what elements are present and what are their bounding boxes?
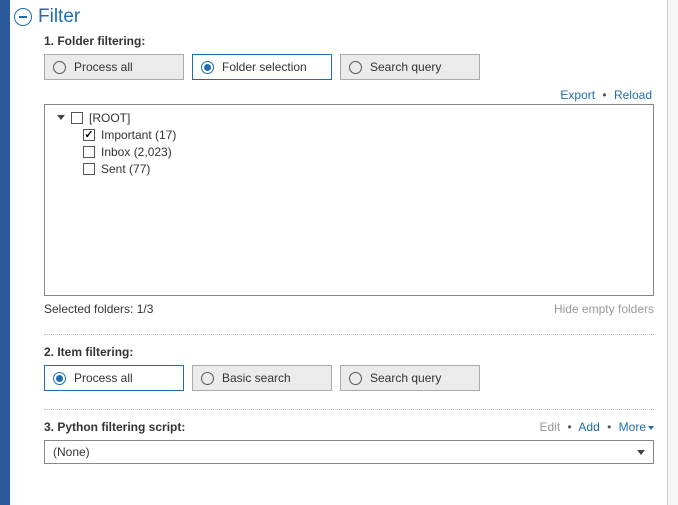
radio-label: Process all (74, 371, 133, 385)
radio-icon (349, 61, 362, 74)
item-search-query-radio[interactable]: Search query (340, 365, 480, 391)
tree-item-important[interactable]: Important (17) (51, 126, 647, 143)
radio-label: Process all (74, 60, 133, 74)
radio-label: Search query (370, 371, 441, 385)
radio-icon (53, 61, 66, 74)
radio-icon (201, 372, 214, 385)
divider (44, 409, 654, 410)
chevron-down-icon (648, 426, 654, 430)
separator-dot: • (564, 420, 576, 434)
hide-empty-folders-link[interactable]: Hide empty folders (554, 302, 654, 316)
search-query-radio[interactable]: Search query (340, 54, 480, 80)
more-link[interactable]: More (619, 420, 654, 434)
folder-tree[interactable]: [ROOT] Important (17) Inbox (2,023) Sent… (44, 104, 654, 296)
tree-root-row[interactable]: [ROOT] (51, 109, 647, 126)
divider (44, 334, 654, 335)
root-checkbox[interactable] (71, 112, 83, 124)
reload-link[interactable]: Reload (614, 88, 652, 102)
filter-section-header[interactable]: Filter (14, 4, 678, 34)
folder-checkbox[interactable] (83, 146, 95, 158)
root-label: [ROOT] (89, 111, 130, 125)
add-link[interactable]: Add (578, 420, 599, 434)
edit-link-disabled: Edit (540, 420, 561, 434)
folder-checkbox[interactable] (83, 163, 95, 175)
collapse-icon[interactable] (14, 8, 32, 26)
python-script-links: Edit • Add • More (540, 420, 655, 434)
folder-label: Sent (77) (101, 162, 150, 176)
item-process-all-radio[interactable]: Process all (44, 365, 184, 391)
separator-dot: • (603, 420, 615, 434)
radio-label: Search query (370, 60, 441, 74)
tree-item-inbox[interactable]: Inbox (2,023) (51, 143, 647, 160)
python-script-value: (None) (53, 445, 90, 459)
folder-selection-radio[interactable]: Folder selection (192, 54, 332, 80)
folder-tree-links: Export • Reload (44, 88, 654, 102)
tree-item-sent[interactable]: Sent (77) (51, 160, 647, 177)
radio-label: Basic search (222, 371, 291, 385)
chevron-down-icon (637, 450, 645, 455)
folder-checkbox[interactable] (83, 129, 95, 141)
selected-folders-status: Selected folders: 1/3 (44, 302, 153, 316)
process-all-radio[interactable]: Process all (44, 54, 184, 80)
folder-label: Important (17) (101, 128, 176, 142)
radio-icon (53, 372, 66, 385)
folder-filtering-label: 1. Folder filtering: (44, 34, 654, 48)
radio-label: Folder selection (222, 60, 307, 74)
radio-icon (201, 61, 214, 74)
basic-search-radio[interactable]: Basic search (192, 365, 332, 391)
folder-tree-status-row: Selected folders: 1/3 Hide empty folders (44, 302, 654, 316)
folder-label: Inbox (2,023) (101, 145, 172, 159)
separator-dot: • (598, 88, 610, 102)
item-filtering-label: 2. Item filtering: (44, 345, 654, 359)
filter-title: Filter (38, 6, 80, 28)
item-filtering-options: Process all Basic search Search query (44, 365, 654, 391)
folder-filtering-options: Process all Folder selection Search quer… (44, 54, 654, 80)
python-script-label: 3. Python filtering script: (44, 420, 185, 434)
export-link[interactable]: Export (560, 88, 595, 102)
left-accent-rail (0, 0, 10, 505)
more-link-label: More (619, 420, 646, 434)
python-script-select[interactable]: (None) (44, 440, 654, 464)
expand-collapse-icon[interactable] (57, 115, 65, 120)
radio-icon (349, 372, 362, 385)
